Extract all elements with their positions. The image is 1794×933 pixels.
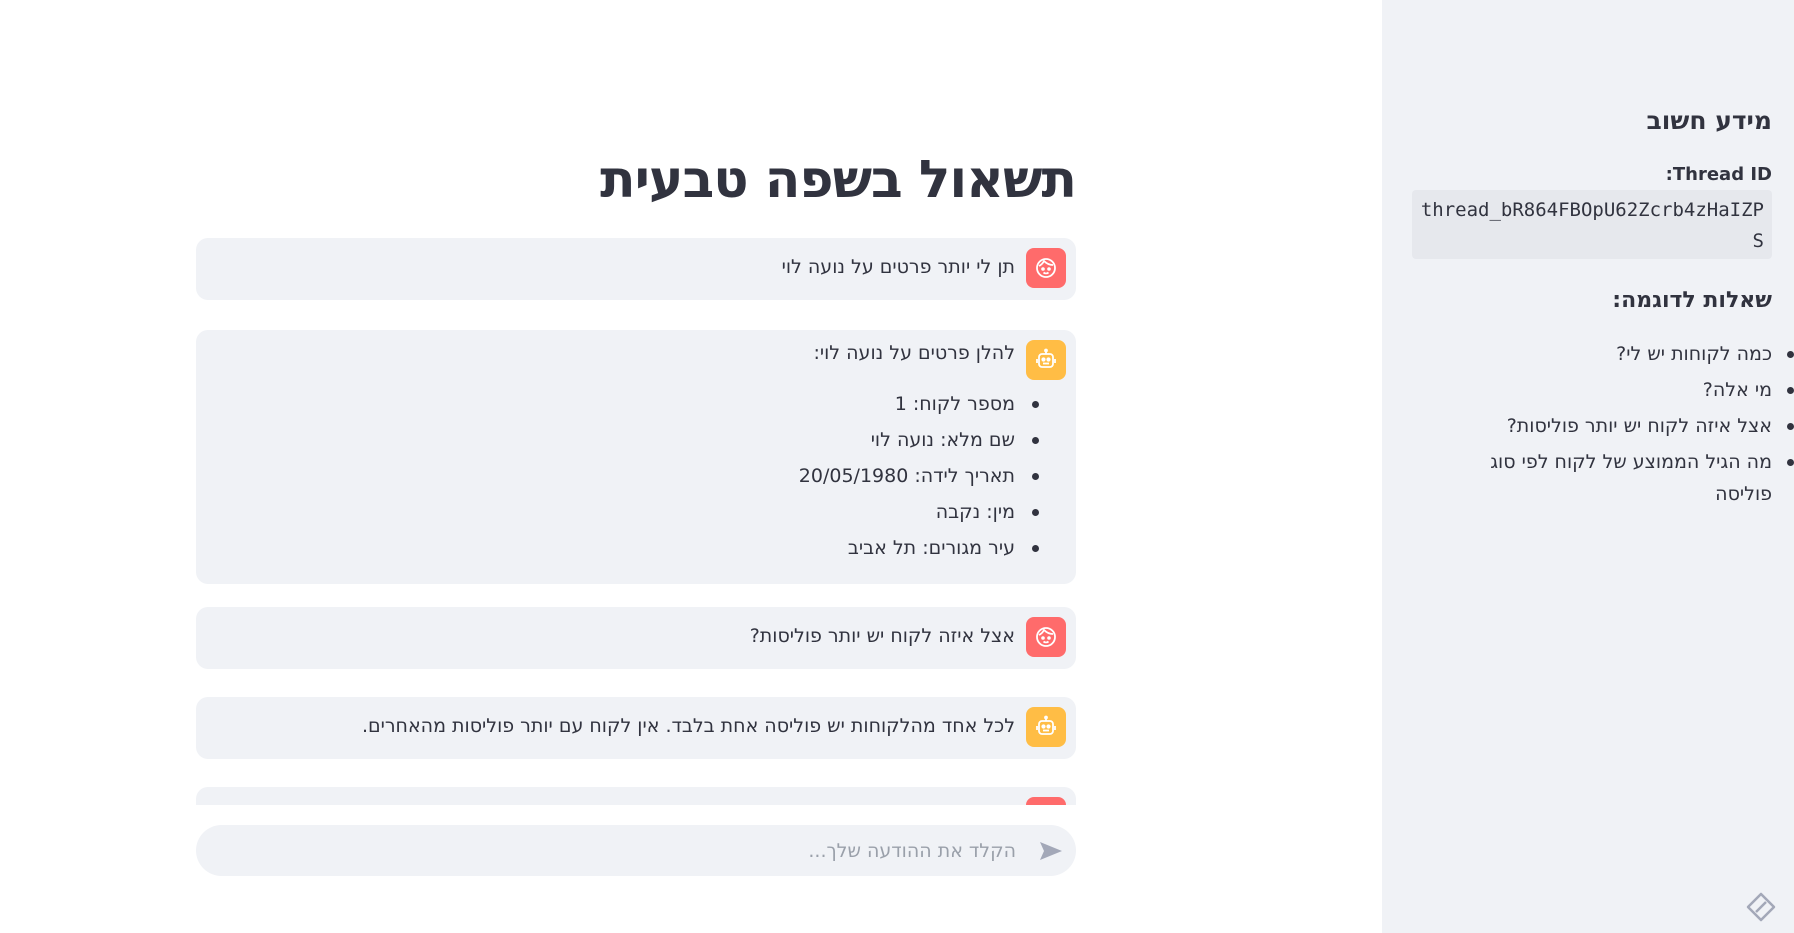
message-text: להלן פרטים על נועה לוי:: [813, 342, 1015, 364]
list-item: שם מלא: נועה לוי: [799, 422, 1040, 458]
examples-list: כמה לקוחות יש לי? מי אלה? אצל איזה לקוח …: [1412, 338, 1794, 514]
example-question: אצל איזה לקוח יש יותר פוליסות?: [1412, 410, 1794, 442]
chat-message-user: תן לי יותר פרטים על נועה לוי: [196, 238, 1076, 300]
chat-message-user-partial: [196, 787, 1076, 805]
chat-input[interactable]: [236, 825, 1016, 876]
sidebar-heading: מידע חשוב: [1646, 106, 1772, 135]
main-area: תשאול בשפה טבעית תן לי יותר פרטים על נוע…: [196, 0, 1077, 933]
thread-id-label: Thread ID:: [1665, 164, 1772, 185]
user-avatar: [1026, 797, 1066, 805]
list-item: תאריך לידה: 20/05/1980: [799, 458, 1040, 494]
list-item: עיר מגורים: תל אביב: [799, 530, 1040, 566]
user-avatar: [1026, 617, 1066, 657]
sidebar: מידע חשוב Thread ID: thread_bR864FBOpU62…: [1382, 0, 1794, 933]
example-question: כמה לקוחות יש לי?: [1412, 338, 1794, 370]
assistant-avatar: [1026, 340, 1066, 380]
chat-message-user: אצל איזה לקוח יש יותר פוליסות?: [196, 607, 1076, 669]
thread-id-code: thread_bR864FBOpU62Zcrb4zHaIZPS: [1412, 190, 1772, 259]
send-icon: [1040, 842, 1062, 860]
streamlit-icon[interactable]: [1745, 891, 1777, 923]
robot-icon: [1036, 348, 1056, 368]
message-text: לכל אחד מהלקוחות יש פוליסה אחת בלבד. אין…: [361, 715, 1015, 737]
example-question: מי אלה?: [1412, 374, 1794, 406]
example-question: מה הגיל הממוצע של לקוח לפי סוג פוליסה: [1412, 446, 1794, 510]
face-icon: [1036, 627, 1056, 647]
list-item: מספר לקוח: 1: [799, 386, 1040, 422]
robot-icon: [1036, 715, 1056, 735]
chat-input-bar: [196, 825, 1076, 876]
chat-message-assistant: להלן פרטים על נועה לוי: מספר לקוח: 1 שם …: [196, 330, 1076, 584]
face-icon: [1036, 258, 1056, 278]
page-title: תשאול בשפה טבעית: [600, 150, 1077, 210]
details-list: מספר לקוח: 1 שם מלא: נועה לוי תאריך לידה…: [799, 386, 1040, 566]
assistant-avatar: [1026, 707, 1066, 747]
user-avatar: [1026, 248, 1066, 288]
chat-history[interactable]: תן לי יותר פרטים על נועה לוי להלן פרטים …: [196, 238, 1076, 805]
send-button[interactable]: [1036, 837, 1066, 865]
message-text: תן לי יותר פרטים על נועה לוי: [781, 256, 1015, 278]
message-text: אצל איזה לקוח יש יותר פוליסות?: [749, 625, 1015, 647]
examples-heading: שאלות לדוגמה:: [1612, 288, 1772, 313]
list-item: מין: נקבה: [799, 494, 1040, 530]
chat-message-assistant: לכל אחד מהלקוחות יש פוליסה אחת בלבד. אין…: [196, 697, 1076, 759]
